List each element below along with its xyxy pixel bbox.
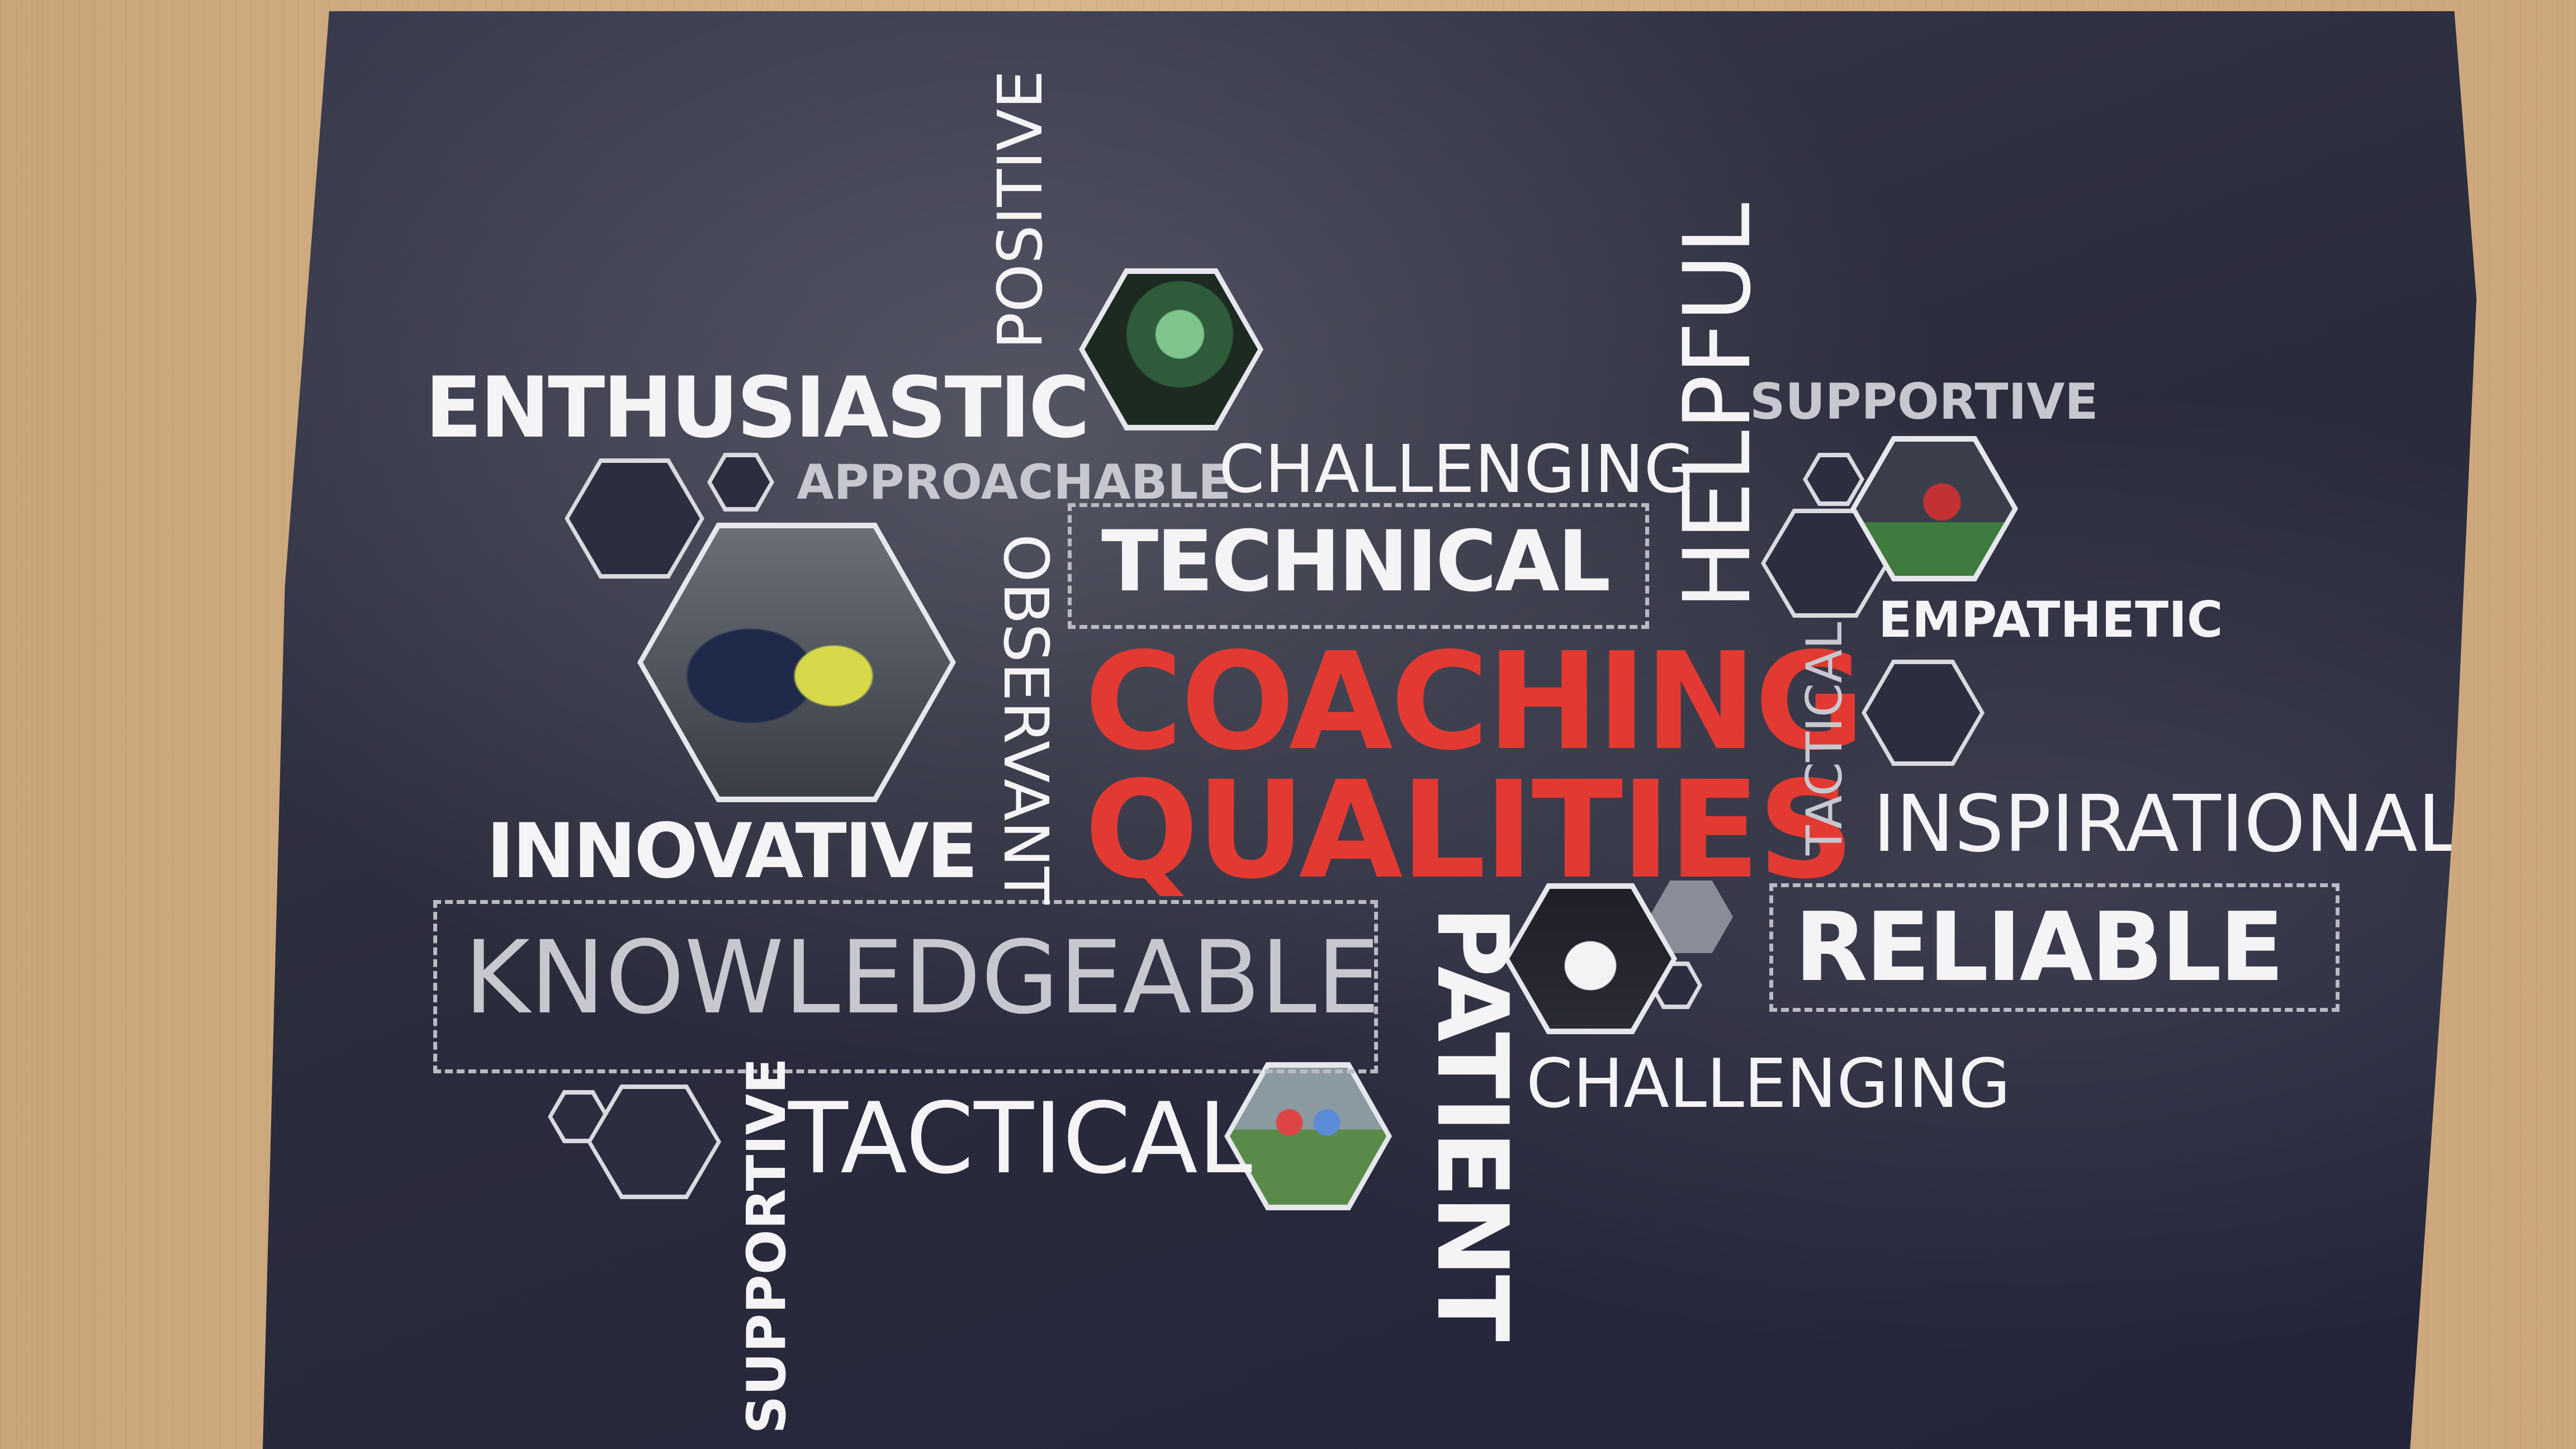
title-line-1: COACHING: [1085, 623, 1865, 780]
title-line-2: QUALITIES: [1085, 752, 1854, 908]
coach-with-child-photo: [637, 523, 956, 802]
word-inspirational: INSPIRATIONAL: [1873, 779, 2461, 870]
word-technical: TECHNICAL: [1101, 513, 1611, 610]
word-observant: OBSERVANT: [990, 534, 1062, 905]
word-empathetic: EMPATHETIC: [1878, 591, 2223, 648]
goalkeeper-photo: [1079, 268, 1263, 430]
word-supportive-bottom: SUPPORTIVE: [736, 1057, 798, 1434]
word-patient: PATIENT: [1415, 906, 1528, 1339]
word-challenging-bottom: CHALLENGING: [1526, 1045, 2011, 1123]
word-challenging-top: CHALLENGING: [1219, 430, 1696, 508]
word-tactical-bottom: TACTICAL: [788, 1082, 1253, 1196]
hexagon-outline-icon: [587, 1085, 721, 1199]
word-approachable: APPROACHABLE: [797, 454, 1231, 510]
word-tactical-vertical: TACTICAL: [1796, 622, 1853, 855]
word-enthusiastic: ENTHUSIASTIC: [425, 359, 1090, 457]
hexagon-outline-icon: [1862, 660, 1985, 766]
word-supportive-top: SUPPORTIVE: [1750, 373, 2099, 430]
hexagon-outline-icon: [1803, 453, 1864, 506]
word-positive: POSITIVE: [984, 70, 1056, 349]
word-knowledgeable: KNOWLEDGEABLE: [464, 920, 1380, 1036]
hexagon-outline-icon: [707, 453, 774, 512]
hexagon-outline-icon: [565, 458, 704, 579]
word-reliable: RELIABLE: [1794, 892, 2284, 1003]
poster: ENTHUSIASTIC POSITIVE APPROACHABLE CHALL…: [263, 11, 2476, 1449]
word-innovative: INNOVATIVE: [486, 807, 978, 895]
